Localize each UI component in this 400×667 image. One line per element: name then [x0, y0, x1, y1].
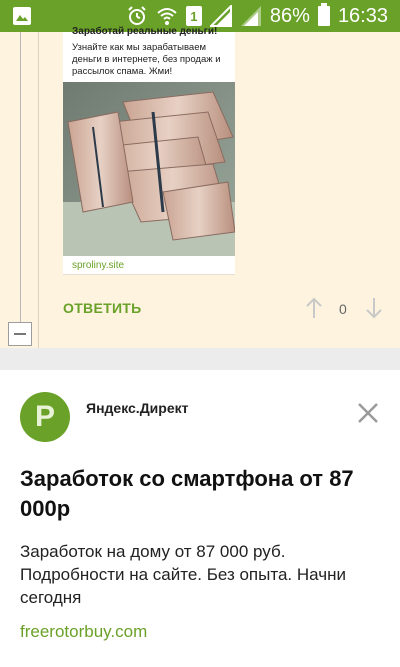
clock: 16:33: [337, 4, 388, 27]
ad-preview-text: Узнайте как мы зарабатываем деньги в инт…: [72, 42, 221, 77]
thread-line: [20, 32, 21, 322]
ad-headline[interactable]: Заработок со смартфона от 87 000р: [20, 464, 360, 524]
ad-preview-card[interactable]: Заработай реальные деньги! Узнайте как м…: [63, 26, 235, 275]
sim-icon: 1: [185, 6, 202, 26]
alarm-icon: [128, 6, 146, 25]
battery-percent: 86%: [269, 4, 310, 27]
ad-preview-domain[interactable]: sproliny.site: [72, 260, 124, 271]
comment-card: Заработай реальные деньги! Узнайте как м…: [0, 26, 400, 348]
vote-count: 0: [339, 301, 347, 317]
arrow-down-icon[interactable]: [364, 296, 384, 320]
ad-body-text: Заработок на дому от 87 000 руб. Подробн…: [20, 542, 346, 607]
ad-domain-link[interactable]: freerotorbuy.com: [20, 622, 147, 642]
ad-source-label: Яндекс.Директ: [86, 400, 189, 416]
reply-button[interactable]: ОТВЕТИТЬ: [63, 300, 142, 316]
divider: [0, 348, 400, 370]
thread-indent-line: [38, 32, 39, 348]
ad-logo-letter: P: [34, 400, 55, 433]
wifi-icon: [157, 8, 177, 25]
signal-icon-2: [240, 6, 261, 26]
ad-preview-title: Заработай реальные деньги!: [72, 26, 218, 37]
money-stack-image: [63, 82, 235, 256]
battery-icon: [317, 3, 330, 26]
image-icon: [13, 7, 31, 25]
sponsored-ad-card[interactable]: P Яндекс.Директ Заработок со смартфона о…: [0, 370, 400, 667]
collapse-thread-button[interactable]: [8, 322, 32, 346]
arrow-up-icon[interactable]: [304, 296, 324, 320]
sim-label: 1: [190, 8, 198, 24]
ad-logo: P: [20, 392, 70, 442]
close-icon[interactable]: [356, 401, 380, 425]
minus-icon: [14, 333, 26, 335]
signal-icon: [209, 5, 232, 27]
